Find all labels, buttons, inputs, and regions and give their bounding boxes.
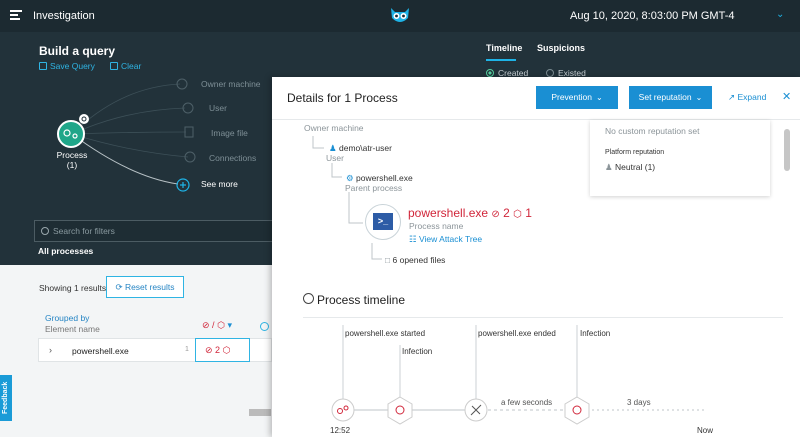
branch-image-file[interactable]: Image file [211, 128, 248, 138]
set-reputation-label: Set reputation [638, 92, 692, 102]
app-title: Investigation [33, 10, 95, 22]
owl-logo-icon [391, 8, 409, 22]
hamburger-icon[interactable] [10, 10, 22, 21]
process-node[interactable] [57, 120, 85, 148]
search-icon [41, 227, 49, 235]
row-threat-cell: ⊘ 2 ⬡ [195, 338, 250, 362]
time-start-label: 12:52 [330, 426, 351, 435]
table-row[interactable]: › powershell.exe 1 ⊘ 2 ⬡ [38, 338, 272, 362]
powershell-glyph: >_ [373, 213, 393, 230]
suspicion-icon: ⬡ [217, 320, 225, 330]
malop-count: 2 [503, 206, 510, 220]
infection-label: Infection [402, 347, 433, 356]
close-icon[interactable]: ✕ [782, 90, 791, 103]
suspicion-icon: ⬡ [513, 209, 522, 220]
parent-value-text: powershell.exe [355, 173, 413, 183]
started-label: powershell.exe started [345, 329, 426, 338]
vertical-scrollbar[interactable] [784, 129, 790, 171]
tree-icon: ☷ [409, 234, 419, 244]
process-name-row: powershell.exe ⊘ 2 ⬡ 1 [408, 206, 532, 220]
feedback-tab[interactable]: Feedback [0, 375, 12, 421]
branch-owner-machine[interactable]: Owner machine [201, 79, 261, 89]
parent-process-label: Parent process [345, 183, 403, 193]
opened-files[interactable]: □ 6 opened files [385, 255, 445, 265]
tab-underline [486, 59, 516, 61]
row-count: 1 [185, 346, 189, 353]
process-name-label: Process name [409, 221, 464, 231]
attack-tree-label: View Attack Tree [418, 234, 483, 244]
branch-connections[interactable]: Connections [209, 153, 256, 163]
search-placeholder: Search for filters [53, 226, 115, 236]
all-processes-label: All processes [38, 246, 94, 256]
malop-icon: ⊘ [202, 320, 210, 330]
suspicion-icon: ⬡ [222, 345, 231, 355]
chevron-down-icon[interactable]: ⌄ [776, 9, 784, 20]
details-panel: Details for 1 Process Prevention ⌄ Set re… [272, 77, 800, 437]
platform-reputation-label: Platform reputation [605, 149, 665, 156]
process-name: powershell.exe [408, 206, 489, 220]
custom-reputation: No custom reputation set [605, 126, 700, 136]
user-value-text: demo\atr-user [338, 143, 392, 153]
results-count: Showing 1 results [39, 283, 107, 293]
datetime: Aug 10, 2020, 8:03:00 PM GMT-4 [570, 10, 735, 22]
process-node-label: Process (1) [50, 150, 94, 170]
node-label-text: Process [56, 150, 88, 160]
powershell-icon: >_ [365, 204, 401, 240]
clock-icon [303, 293, 314, 304]
filter-search-input[interactable]: Search for filters [34, 220, 284, 242]
top-bar: Investigation Aug 10, 2020, 8:03:00 PM G… [0, 0, 800, 32]
sort-icon[interactable]: ▾ [227, 320, 232, 330]
process-tree-lines [312, 136, 382, 260]
gap-label: a few seconds [501, 398, 553, 407]
chevron-down-icon: ⌄ [695, 93, 703, 102]
tab-timeline[interactable]: Timeline [486, 43, 522, 53]
infection-event-icon[interactable] [387, 396, 413, 425]
infection-label: Infection [580, 329, 611, 338]
chevron-right-icon[interactable]: › [49, 345, 52, 355]
gap-label: 3 days [627, 398, 651, 407]
radio-dot [546, 69, 554, 77]
owner-machine-label: Owner machine [304, 123, 364, 133]
malop-icon: ⊘ [491, 209, 500, 220]
expand-button[interactable]: ↗ Expand [728, 92, 766, 103]
row-threat-count: 2 [215, 345, 221, 355]
file-icon: □ [385, 255, 393, 265]
platform-reputation-value[interactable]: ♟ Neutral (1) [605, 162, 655, 173]
neutral-icon: ♟ [605, 162, 615, 172]
process-icon: ⚙ [346, 173, 356, 183]
view-attack-tree-link[interactable]: ☷ View Attack Tree [409, 234, 482, 245]
start-event-icon[interactable] [331, 398, 355, 422]
reset-label: Reset results [124, 282, 175, 292]
platform-value-text: Neutral (1) [614, 162, 656, 172]
expand-label: Expand [737, 92, 767, 102]
reset-icon: ⟳ [115, 282, 125, 292]
ended-label: powershell.exe ended [478, 329, 556, 338]
now-label: Now [697, 426, 714, 435]
reputation-dropdown: No custom reputation set Platform reputa… [590, 120, 770, 196]
tab-suspicions[interactable]: Suspicions [537, 43, 585, 53]
element-name-header: Element name [45, 324, 100, 334]
user-label: User [326, 153, 344, 163]
suspicion-count: 1 [525, 206, 532, 220]
grouped-by-link[interactable]: Grouped by [45, 313, 89, 323]
branch-user[interactable]: User [209, 103, 227, 113]
user-icon: ♟ [329, 143, 339, 153]
infection-event-icon[interactable] [564, 396, 590, 425]
set-reputation-button[interactable]: Set reputation ⌄ [629, 86, 712, 109]
malop-icon: ⊘ [205, 345, 216, 355]
reset-results-button[interactable]: ⟳ Reset results [106, 276, 184, 298]
see-more-link[interactable]: See more [201, 179, 238, 189]
opened-files-text: 6 opened files [392, 255, 446, 265]
settings-icon[interactable] [260, 322, 269, 331]
timeline-title: Process timeline [317, 293, 406, 307]
node-count: (1) [66, 160, 78, 170]
row-process-name: powershell.exe [72, 346, 129, 356]
horizontal-scrollbar[interactable] [249, 409, 271, 416]
investigation-app: Investigation Aug 10, 2020, 8:03:00 PM G… [0, 0, 800, 437]
radio-dot [486, 69, 494, 77]
threat-column-header[interactable]: ⊘ / ⬡ ▾ [202, 320, 232, 331]
